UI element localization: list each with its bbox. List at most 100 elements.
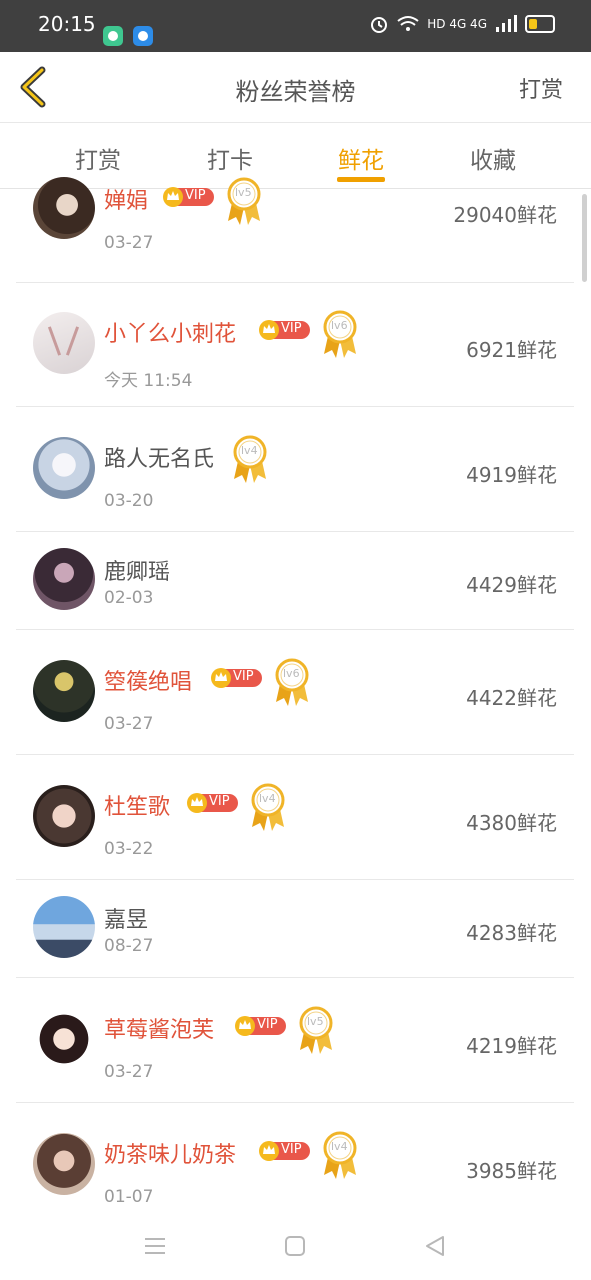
- flower-count: 3985鲜花: [466, 1159, 557, 1183]
- entry-date: 03-27: [104, 714, 154, 734]
- flower-count: 4219鲜花: [466, 1034, 557, 1058]
- flower-count: 29040鲜花: [453, 203, 557, 227]
- list-item[interactable]: 路人无名氏 lv4 03-20 4919鲜花: [16, 407, 574, 532]
- avatar: [33, 1133, 95, 1195]
- tab-favorites[interactable]: 收藏: [443, 141, 543, 175]
- vip-label: VIP: [281, 321, 302, 336]
- list-item[interactable]: 婵娟 VIP lv5 03-27 29040鲜花: [16, 177, 574, 283]
- menu-icon[interactable]: [141, 1232, 169, 1260]
- entry-date: 02-03: [104, 588, 154, 608]
- avatar: [33, 177, 95, 239]
- vip-label: VIP: [233, 669, 254, 684]
- user-name: 婵娟: [104, 189, 149, 214]
- flower-count: 4283鲜花: [466, 921, 557, 945]
- medal-icon: [275, 658, 309, 706]
- vip-badge: VIP: [258, 319, 312, 341]
- flower-count: 4919鲜花: [466, 463, 557, 487]
- list-item[interactable]: 杜笙歌 VIP lv4 03-22 4380鲜花: [16, 755, 574, 880]
- vip-label: VIP: [185, 188, 206, 203]
- user-name: 路人无名氏: [104, 447, 215, 472]
- level-badge: lv4: [230, 435, 270, 485]
- scrollbar-thumb[interactable]: [582, 194, 587, 282]
- reward-button[interactable]: 打赏: [519, 72, 563, 104]
- level-badge: lv4: [320, 1131, 360, 1181]
- status-indicators: HD 4G 4G: [369, 14, 555, 34]
- avatar: [33, 437, 95, 499]
- vip-label: VIP: [209, 794, 230, 809]
- vip-badge: VIP: [258, 1140, 312, 1162]
- entry-date: 03-27: [104, 233, 154, 253]
- avatar: [33, 548, 95, 610]
- avatar: [33, 660, 95, 722]
- entry-date: 03-20: [104, 491, 154, 511]
- user-name: 鹿卿瑶: [104, 560, 171, 585]
- entry-date: 08-27: [104, 936, 154, 956]
- list-item[interactable]: 箜篌绝唱 VIP lv6 03-27 4422鲜花: [16, 630, 574, 755]
- system-nav-bar: [0, 1212, 591, 1280]
- vip-badge: VIP: [162, 186, 216, 208]
- user-name: 小丫么小刺花: [104, 322, 237, 347]
- entry-date: 今天 11:54: [104, 371, 193, 391]
- user-name: 奶茶味儿奶茶: [104, 1143, 237, 1168]
- level-badge: lv5: [296, 1006, 336, 1056]
- vip-label: VIP: [257, 1017, 278, 1032]
- flower-count: 4429鲜花: [466, 573, 557, 597]
- back-triangle-icon[interactable]: [421, 1232, 449, 1260]
- entry-date: 03-22: [104, 839, 154, 859]
- battery-icon: [525, 15, 555, 33]
- vip-badge: VIP: [186, 792, 240, 814]
- browser-notification-icon: [133, 26, 153, 46]
- app-notification-icon: [103, 26, 123, 46]
- vip-label: VIP: [281, 1142, 302, 1157]
- alarm-icon: [371, 17, 388, 33]
- tab-checkin[interactable]: 打卡: [180, 141, 280, 175]
- avatar: [33, 312, 95, 374]
- medal-icon: [299, 1006, 333, 1054]
- level-label: lv4: [241, 444, 258, 457]
- network-type-label: HD 4G 4G: [427, 17, 487, 31]
- flower-count: 4422鲜花: [466, 686, 557, 710]
- level-label: lv5: [307, 1015, 324, 1028]
- app-header: 粉丝荣誉榜 打赏: [0, 52, 591, 123]
- medal-icon: [227, 177, 261, 225]
- flower-count: 6921鲜花: [466, 338, 557, 362]
- tab-reward[interactable]: 打赏: [48, 141, 148, 175]
- user-name: 箜篌绝唱: [104, 670, 193, 695]
- level-badge: lv6: [320, 310, 360, 360]
- level-label: lv5: [235, 186, 252, 199]
- status-bar: 20:15 HD 4G 4G: [0, 0, 591, 52]
- medal-icon: [323, 310, 357, 358]
- vip-badge: VIP: [234, 1015, 288, 1037]
- list-item[interactable]: 奶茶味儿奶茶 VIP lv4 01-07 3985鲜花: [16, 1103, 574, 1213]
- user-name: 杜笙歌: [104, 795, 171, 820]
- medal-icon: [323, 1131, 357, 1179]
- level-badge: lv6: [272, 658, 312, 708]
- user-name: 嘉昱: [104, 908, 149, 933]
- entry-date: 01-07: [104, 1187, 154, 1207]
- entry-date: 03-27: [104, 1062, 154, 1082]
- page-title: 粉丝荣誉榜: [235, 78, 356, 106]
- level-badge: lv5: [224, 177, 264, 227]
- list-item[interactable]: 草莓酱泡芙 VIP lv5 03-27 4219鲜花: [16, 978, 574, 1103]
- level-label: lv6: [283, 667, 300, 680]
- user-name: 草莓酱泡芙: [104, 1018, 215, 1043]
- vip-badge: VIP: [210, 667, 264, 689]
- avatar: [33, 896, 95, 958]
- level-label: lv4: [259, 792, 276, 805]
- list-item[interactable]: 鹿卿瑶 02-03 4429鲜花: [16, 532, 574, 630]
- home-square-icon[interactable]: [281, 1232, 309, 1260]
- list-item[interactable]: 嘉昱 08-27 4283鲜花: [16, 880, 574, 978]
- wifi-icon: [397, 16, 419, 31]
- avatar: [33, 785, 95, 847]
- level-label: lv6: [331, 319, 348, 332]
- list-item[interactable]: 小丫么小刺花 VIP lv6 今天 11:54 6921鲜花: [16, 282, 574, 407]
- medal-icon: [233, 435, 267, 483]
- flower-count: 4380鲜花: [466, 811, 557, 835]
- tab-flowers[interactable]: 鲜花: [311, 141, 411, 175]
- level-label: lv4: [331, 1140, 348, 1153]
- signal-icon: [496, 15, 517, 32]
- medal-icon: [251, 783, 285, 831]
- level-badge: lv4: [248, 783, 288, 833]
- avatar: [33, 1008, 95, 1070]
- status-time: 20:15: [38, 12, 96, 36]
